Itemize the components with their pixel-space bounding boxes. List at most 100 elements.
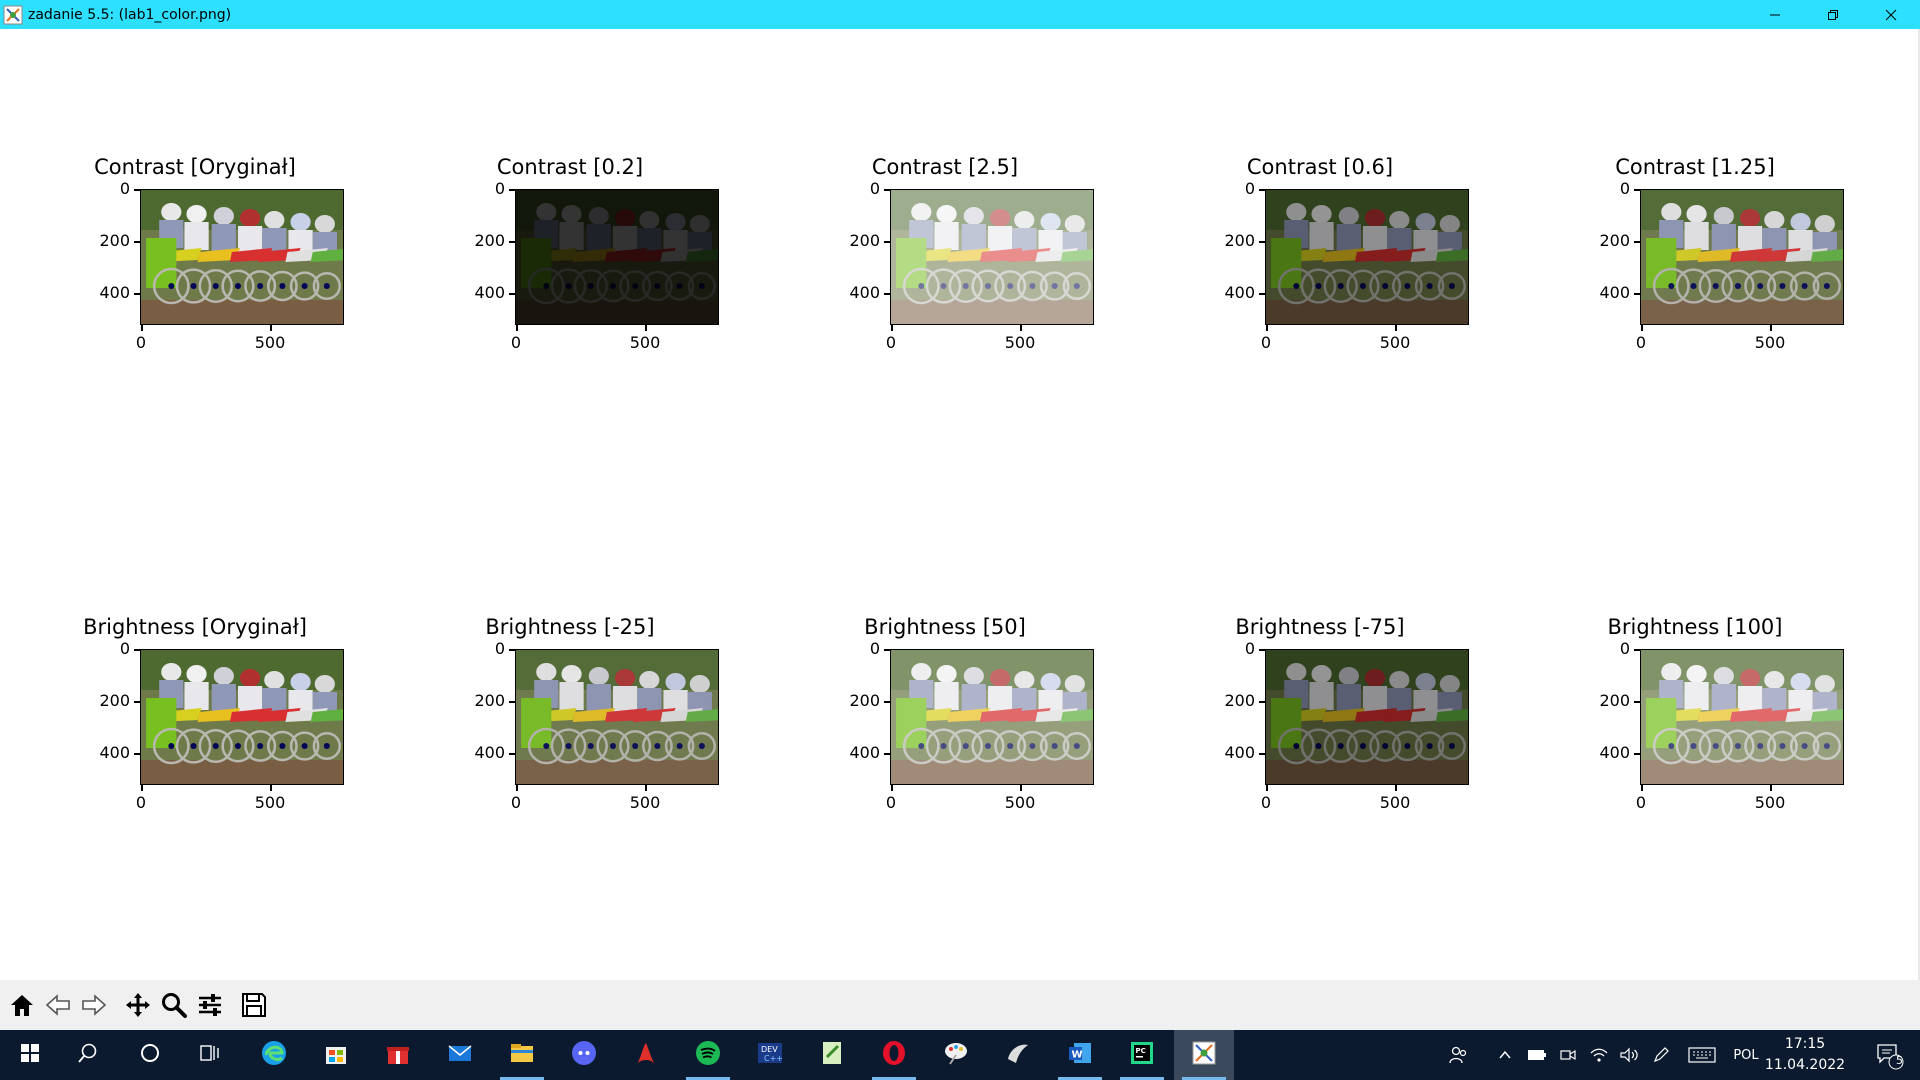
meet-now-icon[interactable] bbox=[1556, 1030, 1580, 1080]
x-tick-mark bbox=[1020, 785, 1022, 791]
y-tick-label: 0 bbox=[494, 639, 505, 658]
x-tick-mark bbox=[1770, 785, 1772, 791]
people-icon[interactable] bbox=[1440, 1030, 1476, 1080]
start-icon bbox=[20, 1043, 40, 1067]
touch-keyboard-icon[interactable] bbox=[1686, 1030, 1718, 1080]
spotify-taskbar-button[interactable] bbox=[678, 1030, 738, 1080]
image-axes[interactable] bbox=[1265, 189, 1469, 325]
word-taskbar-button[interactable]: W bbox=[1050, 1030, 1110, 1080]
y-tick-mark bbox=[884, 701, 890, 703]
y-tick-label: 400 bbox=[474, 743, 505, 762]
notepad-taskbar-button[interactable] bbox=[802, 1030, 862, 1080]
y-tick-mark bbox=[1634, 701, 1640, 703]
store-taskbar-button[interactable] bbox=[306, 1030, 366, 1080]
opera-taskbar-button[interactable] bbox=[864, 1030, 924, 1080]
x-tick-label: 500 bbox=[629, 793, 661, 812]
pycharm-taskbar-button[interactable]: PC bbox=[1112, 1030, 1172, 1080]
language-indicator[interactable]: POL bbox=[1728, 1030, 1764, 1080]
image-axes[interactable] bbox=[515, 649, 719, 785]
image-axes[interactable] bbox=[1640, 189, 1844, 325]
clock[interactable]: 17:15 11.04.2022 bbox=[1760, 1034, 1850, 1076]
subplot-title: Contrast [0.6] bbox=[1246, 155, 1394, 179]
x-tick-mark bbox=[645, 785, 647, 791]
x-tick-label: 0 bbox=[510, 333, 522, 352]
y-tick-label: 0 bbox=[119, 639, 130, 658]
discord-taskbar-button[interactable] bbox=[554, 1030, 614, 1080]
search-taskbar-button[interactable] bbox=[58, 1030, 118, 1080]
cortana-taskbar-button[interactable] bbox=[120, 1030, 180, 1080]
y-tick-label: 400 bbox=[849, 743, 880, 762]
image-axes[interactable] bbox=[1640, 649, 1844, 785]
forward-button[interactable] bbox=[76, 986, 112, 1024]
y-tick-mark bbox=[884, 189, 890, 191]
y-tick-mark bbox=[1634, 293, 1640, 295]
x-tick-label: 0 bbox=[1260, 793, 1272, 812]
subplot: Brightness [50] 0 200 400 0 500 bbox=[795, 615, 1095, 835]
wifi-icon[interactable] bbox=[1586, 1030, 1612, 1080]
image-axes[interactable] bbox=[890, 649, 1094, 785]
y-tick-mark bbox=[1259, 753, 1265, 755]
y-tick-mark bbox=[884, 293, 890, 295]
figure-canvas[interactable]: Contrast [Oryginał] 0 200 400 0 500 Contrast [… bbox=[0, 29, 1920, 980]
task-view-taskbar-button[interactable] bbox=[180, 1030, 240, 1080]
subplot-title: Brightness [100] bbox=[1607, 615, 1783, 639]
x-tick-mark bbox=[891, 325, 893, 331]
paint-taskbar-button[interactable] bbox=[926, 1030, 986, 1080]
y-tick-label: 200 bbox=[1599, 691, 1630, 710]
configure-subplots-button[interactable] bbox=[192, 986, 228, 1024]
title-bar: zadanie 5.5: (lab1_color.png) bbox=[0, 0, 1920, 29]
show-hidden-icons-chevron-icon[interactable] bbox=[1494, 1030, 1516, 1080]
edge-taskbar-button[interactable] bbox=[244, 1030, 304, 1080]
dev-c-icon: DEV C++ bbox=[756, 1039, 784, 1071]
y-tick-label: 400 bbox=[99, 743, 130, 762]
image-axes[interactable] bbox=[515, 189, 719, 325]
motocross-image bbox=[891, 650, 1093, 784]
save-button[interactable] bbox=[236, 986, 272, 1024]
y-tick-label: 0 bbox=[1244, 639, 1255, 658]
image-axes[interactable] bbox=[1265, 649, 1469, 785]
home-button[interactable] bbox=[4, 986, 40, 1024]
motocross-image bbox=[516, 190, 718, 324]
motocross-image bbox=[516, 650, 718, 784]
y-tick-mark bbox=[134, 189, 140, 191]
y-tick-mark bbox=[509, 241, 515, 243]
image-axes[interactable] bbox=[140, 189, 344, 325]
pen-icon[interactable] bbox=[1648, 1030, 1674, 1080]
terminal-taskbar-button[interactable] bbox=[988, 1030, 1048, 1080]
file-explorer-icon bbox=[508, 1039, 536, 1071]
close-button[interactable] bbox=[1862, 0, 1920, 29]
x-tick-mark bbox=[141, 785, 143, 791]
file-explorer-taskbar-button[interactable] bbox=[492, 1030, 552, 1080]
y-tick-mark bbox=[509, 753, 515, 755]
word-icon: W bbox=[1066, 1039, 1094, 1071]
python-figure-taskbar-button[interactable] bbox=[1174, 1030, 1234, 1080]
volume-icon[interactable] bbox=[1616, 1030, 1642, 1080]
mail-taskbar-button[interactable] bbox=[430, 1030, 490, 1080]
pan-button[interactable] bbox=[120, 986, 156, 1024]
image-axes[interactable] bbox=[890, 189, 1094, 325]
minimize-button[interactable] bbox=[1746, 0, 1804, 29]
pdf-taskbar-button[interactable] bbox=[616, 1030, 676, 1080]
action-center-button[interactable]: 5 bbox=[1870, 1038, 1910, 1074]
y-tick-mark bbox=[884, 753, 890, 755]
zoom-button[interactable] bbox=[156, 986, 192, 1024]
start-taskbar-button[interactable] bbox=[0, 1030, 60, 1080]
subplot-title: Contrast [1.25] bbox=[1615, 155, 1775, 179]
subplot: Contrast [Oryginał] 0 200 400 0 500 bbox=[45, 155, 345, 375]
y-tick-mark bbox=[1259, 649, 1265, 651]
subplot: Contrast [0.2] 0 200 400 0 500 bbox=[420, 155, 720, 375]
image-axes[interactable] bbox=[140, 649, 344, 785]
x-tick-label: 0 bbox=[1635, 333, 1647, 352]
home-icon bbox=[11, 995, 33, 1016]
gift-taskbar-button[interactable] bbox=[368, 1030, 428, 1080]
restore-button[interactable] bbox=[1804, 0, 1862, 29]
x-tick-label: 0 bbox=[135, 793, 147, 812]
back-button[interactable] bbox=[40, 986, 76, 1024]
dev-c-taskbar-button[interactable]: DEV C++ bbox=[740, 1030, 800, 1080]
x-tick-label: 0 bbox=[510, 793, 522, 812]
motocross-image bbox=[1266, 650, 1468, 784]
y-tick-mark bbox=[1259, 293, 1265, 295]
svg-text:C++: C++ bbox=[764, 1054, 783, 1063]
battery-icon[interactable] bbox=[1525, 1030, 1549, 1080]
x-tick-mark bbox=[891, 785, 893, 791]
